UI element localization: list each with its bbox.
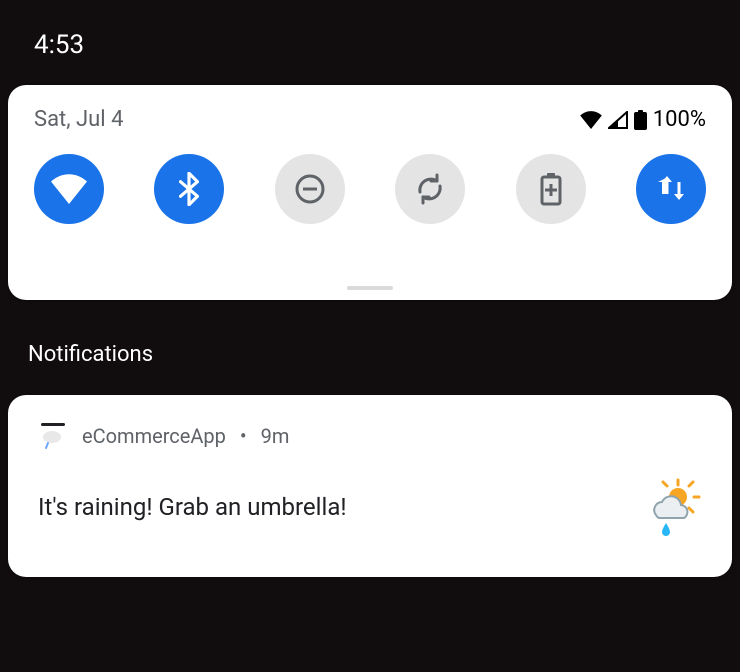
notification-app-icon (38, 421, 68, 451)
notification-time: 9m (261, 424, 290, 448)
wifi-icon (51, 174, 87, 204)
mobile-data-icon (656, 174, 686, 204)
qs-tile-rotate[interactable] (395, 154, 465, 224)
qs-tile-mobile-data[interactable] (636, 154, 706, 224)
quick-settings-tiles (8, 132, 732, 224)
statusbar-time: 4:53 (34, 30, 84, 60)
notification-header: eCommerceApp • 9m (38, 421, 702, 451)
bluetooth-icon (179, 172, 199, 206)
wifi-status-icon (580, 111, 602, 129)
weather-sun-rain-icon (642, 477, 702, 537)
phone-screen: 4:53 Sat, Jul 4 (0, 0, 740, 672)
notification-message: It's raining! Grab an umbrella! (38, 493, 347, 521)
notification-app-name: eCommerceApp (82, 424, 226, 448)
quick-settings-panel: Sat, Jul 4 100% (8, 85, 732, 300)
battery-saver-icon (540, 172, 562, 206)
qs-tile-wifi[interactable] (34, 154, 104, 224)
battery-percentage: 100% (653, 107, 706, 132)
qs-tile-battery-saver[interactable] (516, 154, 586, 224)
quick-settings-handle[interactable] (347, 286, 393, 290)
status-icons: 100% (580, 107, 706, 132)
battery-status-icon (634, 110, 647, 130)
quick-settings-date[interactable]: Sat, Jul 4 (34, 107, 123, 132)
do-not-disturb-icon (293, 172, 327, 206)
cellular-status-icon (608, 111, 628, 129)
qs-tile-dnd[interactable] (275, 154, 345, 224)
auto-rotate-icon (413, 172, 447, 206)
qs-tile-bluetooth[interactable] (154, 154, 224, 224)
notifications-section-label: Notifications (28, 342, 153, 367)
notification-card[interactable]: eCommerceApp • 9m It's raining! Grab an … (8, 395, 732, 577)
notification-separator: • (240, 424, 247, 448)
quick-settings-header: Sat, Jul 4 100% (8, 85, 732, 132)
